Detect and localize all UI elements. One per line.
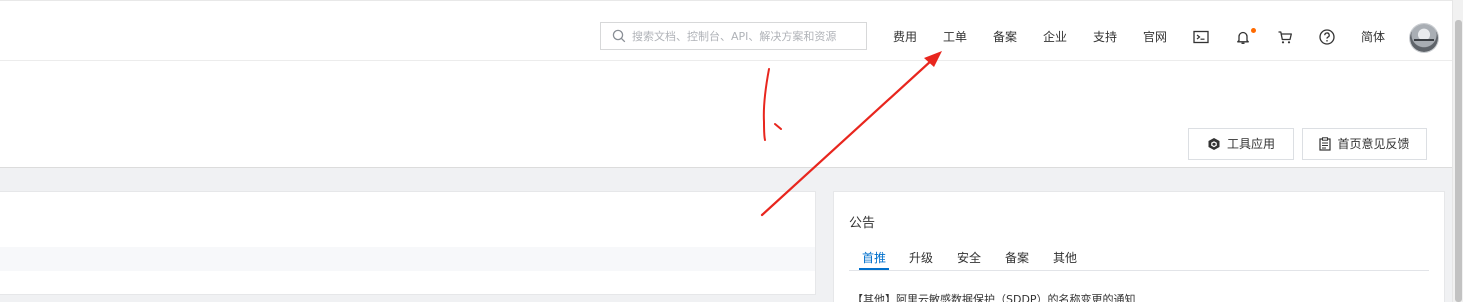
cart-icon[interactable] [1276,28,1294,46]
clipboard-icon [1319,137,1332,151]
tab-upgrade[interactable]: 升级 [909,250,933,266]
tools-button-label: 工具应用 [1226,137,1275,151]
feedback-button-label: 首页意见反馈 [1337,137,1410,151]
top-navigation-bar: 费用 工单 备案 企业 支持 官网 简体 [0,0,1452,61]
search-input[interactable] [632,26,862,46]
language-switch[interactable]: 简体 [1361,29,1385,45]
tab-filing[interactable]: 备案 [1005,250,1029,266]
notice-tabs: 首推 升级 安全 备案 其他 [849,250,1429,271]
nav-enterprise[interactable]: 企业 [1043,29,1067,45]
terminal-icon[interactable] [1192,28,1210,46]
notice-panel: 公告 首推 升级 安全 备案 其他 【其他】阿里云敏感数据保护（SDDP）的名称… [833,191,1445,302]
search-icon [612,29,626,43]
help-icon[interactable] [1318,28,1336,46]
bell-icon[interactable] [1234,28,1252,46]
tools-button[interactable]: 工具应用 [1188,128,1294,160]
cube-icon [1208,138,1220,150]
nav-fees[interactable]: 费用 [893,29,917,45]
tab-security[interactable]: 安全 [957,250,981,266]
search-box[interactable] [600,22,867,50]
avatar[interactable] [1410,24,1438,52]
nav-tickets[interactable]: 工单 [943,29,967,45]
tab-other[interactable]: 其他 [1053,250,1077,266]
scrollbar-thumb[interactable] [1455,20,1462,302]
panel-stripe [0,247,815,271]
main-panel [0,191,816,295]
console-page: 费用 工单 备案 企业 支持 官网 简体 [0,0,1463,302]
scrollbar[interactable] [1452,0,1463,302]
nav-support[interactable]: 支持 [1093,29,1117,45]
feedback-button[interactable]: 首页意见反馈 [1302,128,1427,160]
nav-official-site[interactable]: 官网 [1143,29,1167,45]
content-area: 公告 首推 升级 安全 备案 其他 【其他】阿里云敏感数据保护（SDDP）的名称… [0,168,1452,302]
notice-title: 公告 [849,216,876,231]
page-header: 工具应用 首页意见反馈 [0,62,1452,168]
notification-dot [1251,28,1256,33]
nav-filing[interactable]: 备案 [993,29,1017,45]
notice-item[interactable]: 【其他】阿里云敏感数据保护（SDDP）的名称变更的通知 [852,291,1136,302]
tab-featured[interactable]: 首推 [858,250,890,270]
